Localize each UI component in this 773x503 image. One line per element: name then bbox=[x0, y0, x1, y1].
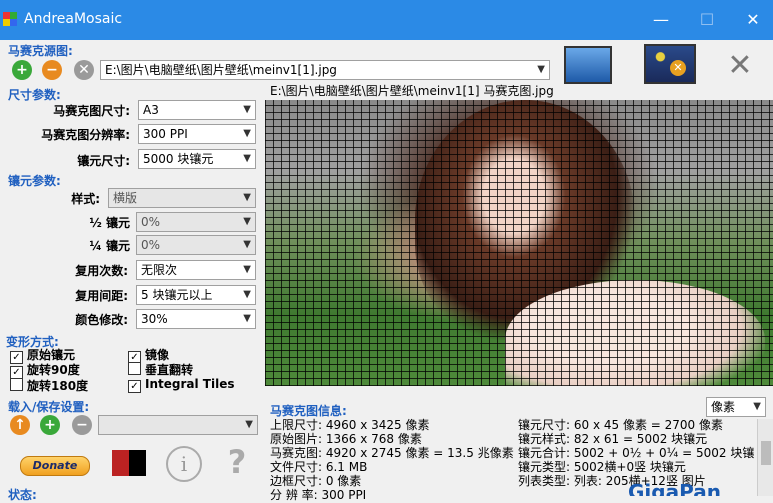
checkbox-integral-tiles[interactable]: ✓ Integral Tiles bbox=[128, 377, 234, 393]
remove-settings-button[interactable]: − bbox=[72, 415, 92, 435]
language-flag-icon[interactable] bbox=[112, 450, 146, 476]
chevron-down-icon: ▼ bbox=[243, 128, 251, 139]
reuse-distance-label: 复用间距: bbox=[75, 289, 128, 303]
empty-box-icon bbox=[128, 362, 141, 375]
checkbox-rotate-180[interactable]: 旋转180度 bbox=[10, 377, 88, 394]
resolution-value: 300 PPI bbox=[143, 127, 188, 141]
checkbox-label: 旋转90度 bbox=[27, 363, 80, 377]
tile-params-section-label: 镶元参数: bbox=[8, 174, 61, 188]
app-icon bbox=[3, 12, 17, 26]
tile-size-label: 镶元尺寸: bbox=[77, 154, 130, 168]
checkbox-label: 垂直翻转 bbox=[145, 363, 194, 377]
info-line: 边框尺寸: 0 像素 bbox=[270, 474, 362, 488]
chevron-down-icon: ▼ bbox=[243, 192, 251, 203]
mosaic-size-label: 马赛克图尺寸: bbox=[53, 104, 130, 118]
add-source-button[interactable]: + bbox=[12, 60, 32, 80]
style-select[interactable]: 横版 ▼ bbox=[108, 188, 256, 208]
resolution-select[interactable]: 300 PPI ▼ bbox=[138, 124, 256, 144]
checkbox-label: 镜像 bbox=[145, 348, 170, 362]
tile-size-value: 5000 块镶元 bbox=[143, 152, 214, 166]
quarter-tile-value: 0% bbox=[141, 238, 161, 252]
style-label: 样式: bbox=[71, 192, 100, 206]
reuse-count-value: 无限次 bbox=[141, 263, 178, 277]
settings-select[interactable]: ▼ bbox=[98, 415, 258, 435]
load-save-section-label: 载入/保存设置: bbox=[8, 400, 90, 414]
close-button[interactable]: ✕ bbox=[738, 8, 768, 32]
chevron-down-icon: ▼ bbox=[243, 104, 251, 115]
info-line: 文件尺寸: 6.1 MB bbox=[270, 460, 368, 474]
mosaic-size-select[interactable]: A3 ▼ bbox=[138, 100, 256, 120]
maximize-button[interactable]: ☐ bbox=[692, 8, 722, 32]
reuse-count-select[interactable]: 无限次 ▼ bbox=[136, 260, 256, 280]
source-path-select[interactable]: E:\图片\电脑壁纸\图片壁纸\meinv1[1].jpg ▼ bbox=[100, 60, 550, 80]
half-tile-label: ½ 镶元 bbox=[89, 216, 130, 230]
reuse-distance-value: 5 块镶元以上 bbox=[141, 288, 213, 302]
checkbox-label: 旋转180度 bbox=[27, 379, 89, 393]
info-line: 马赛克图: 4920 x 2745 像素 = 13.5 兆像素 bbox=[270, 446, 514, 460]
source-path-value: E:\图片\电脑壁纸\图片壁纸\meinv1[1].jpg bbox=[105, 63, 337, 77]
tile-images-icon[interactable]: ✕ bbox=[644, 44, 696, 84]
title-bar: AndreaMosaic — ☐ ✕ bbox=[0, 0, 773, 40]
chevron-down-icon: ▼ bbox=[753, 401, 761, 412]
help-icon[interactable]: ? bbox=[222, 444, 252, 480]
empty-box-icon bbox=[10, 378, 23, 391]
info-line: 上限尺寸: 4960 x 3425 像素 bbox=[270, 418, 430, 432]
chevron-down-icon: ▼ bbox=[537, 64, 545, 75]
chevron-down-icon: ▼ bbox=[243, 289, 251, 300]
scrollbar-thumb[interactable] bbox=[761, 441, 771, 465]
unit-select[interactable]: 像素 ▼ bbox=[706, 397, 766, 417]
checkbox-label: 原始镶元 bbox=[27, 348, 76, 362]
info-line: 镶元样式: 82 x 61 = 5002 块镶元 bbox=[518, 432, 708, 446]
add-settings-button[interactable]: + bbox=[40, 415, 60, 435]
chevron-down-icon: ▼ bbox=[243, 313, 251, 324]
unit-value: 像素 bbox=[711, 400, 736, 414]
half-tile-value: 0% bbox=[141, 215, 161, 229]
tile-info-panel: 镶元尺寸: 60 x 45 像素 = 2700 像素 镶元样式: 82 x 61… bbox=[518, 418, 757, 496]
checkbox-vertical-flip[interactable]: 垂直翻转 bbox=[128, 361, 193, 378]
clear-source-button[interactable]: ✕ bbox=[74, 60, 94, 80]
chevron-down-icon: ▼ bbox=[245, 419, 253, 430]
check-icon: ✓ bbox=[128, 380, 141, 393]
chevron-down-icon: ▼ bbox=[243, 153, 251, 164]
color-mod-select[interactable]: 30% ▼ bbox=[136, 309, 256, 329]
mosaic-preview[interactable] bbox=[265, 100, 773, 386]
tools-icon[interactable]: ✕ bbox=[722, 48, 758, 84]
window-title: AndreaMosaic bbox=[24, 11, 123, 27]
info-line: 镶元合计: 5002 + 0½ + 0¼ = 5002 块镶 bbox=[518, 446, 755, 460]
donate-button[interactable]: Donate bbox=[20, 456, 90, 476]
remove-source-button[interactable]: − bbox=[42, 60, 62, 80]
info-icon[interactable]: i bbox=[166, 446, 202, 482]
checkbox-label: Integral Tiles bbox=[145, 377, 235, 391]
preview-tile-grid bbox=[265, 100, 773, 386]
close-icon: ✕ bbox=[670, 60, 686, 76]
color-mod-value: 30% bbox=[141, 312, 168, 326]
preview-caption: E:\图片\电脑壁纸\图片壁纸\meinv1[1] 马赛克图.jpg bbox=[270, 84, 554, 98]
reuse-distance-select[interactable]: 5 块镶元以上 ▼ bbox=[136, 285, 256, 305]
chevron-down-icon: ▼ bbox=[243, 216, 251, 227]
info-line: 镶元尺寸: 60 x 45 像素 = 2700 像素 bbox=[518, 418, 723, 432]
half-tile-select[interactable]: 0% ▼ bbox=[136, 212, 256, 232]
status-label: 状态: bbox=[8, 488, 37, 502]
tile-size-select[interactable]: 5000 块镶元 ▼ bbox=[138, 149, 256, 169]
source-image-icon[interactable] bbox=[564, 46, 612, 84]
info-scrollbar[interactable] bbox=[757, 419, 773, 496]
resolution-label: 马赛克图分辨率: bbox=[41, 128, 130, 142]
load-settings-button[interactable]: ↑ bbox=[10, 415, 30, 435]
style-value: 横版 bbox=[113, 191, 138, 205]
mosaic-source-section-label: 马赛克源图: bbox=[8, 44, 73, 58]
quarter-tile-select[interactable]: 0% ▼ bbox=[136, 235, 256, 255]
info-line: 镶元类型: 5002横+0竖 块镶元 bbox=[518, 460, 686, 474]
mosaic-info-section-label: 马赛克图信息: bbox=[270, 404, 347, 418]
chevron-down-icon: ▼ bbox=[243, 264, 251, 275]
gigapan-logo[interactable]: GigaPan bbox=[628, 480, 721, 496]
quarter-tile-label: ¼ 镶元 bbox=[89, 239, 130, 253]
info-line: 分 辨 率: 300 PPI bbox=[270, 488, 367, 502]
info-line: 原始图片: 1366 x 768 像素 bbox=[270, 432, 422, 446]
color-mod-label: 颜色修改: bbox=[75, 313, 128, 327]
minimize-button[interactable]: — bbox=[646, 8, 676, 32]
mosaic-size-value: A3 bbox=[143, 103, 159, 117]
chevron-down-icon: ▼ bbox=[243, 239, 251, 250]
size-params-section-label: 尺寸参数: bbox=[8, 88, 61, 102]
reuse-count-label: 复用次数: bbox=[75, 264, 128, 278]
